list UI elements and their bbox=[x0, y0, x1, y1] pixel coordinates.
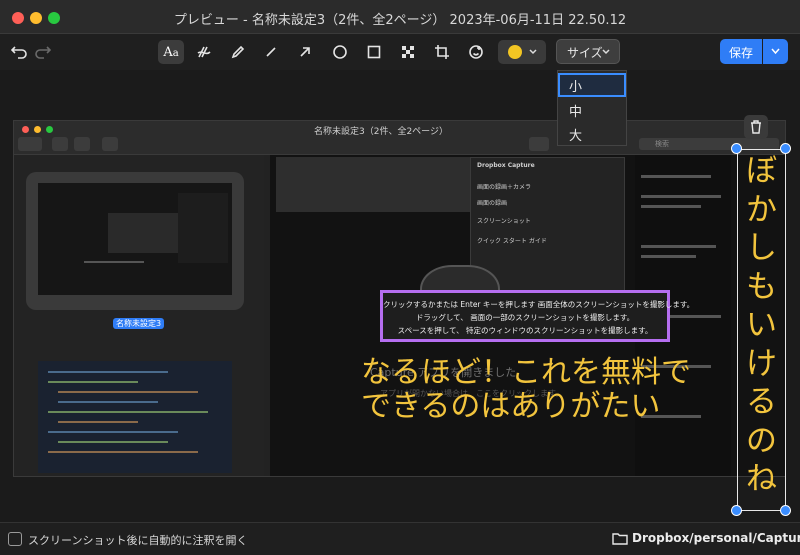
resize-handle-bottom-left[interactable] bbox=[731, 505, 742, 516]
delete-annotation-button[interactable] bbox=[744, 115, 768, 139]
redo-icon[interactable] bbox=[30, 40, 56, 64]
page-thumbnail-1 bbox=[38, 183, 232, 295]
pixelate-icon[interactable] bbox=[395, 40, 421, 64]
capture-panel-row: クイック スタート ガイド bbox=[477, 238, 547, 245]
ellipse-icon[interactable] bbox=[327, 40, 353, 64]
capture-panel-title: Dropbox Capture bbox=[477, 162, 535, 169]
line-icon[interactable] bbox=[258, 40, 284, 64]
save-options-button[interactable] bbox=[763, 39, 788, 64]
color-picker[interactable] bbox=[498, 40, 546, 64]
vertical-char: ぼ bbox=[746, 153, 777, 189]
resize-handle-bottom-right[interactable] bbox=[780, 505, 791, 516]
size-dropdown-menu: 小 中 大 bbox=[557, 70, 627, 146]
size-option-medium[interactable]: 中 bbox=[558, 98, 626, 122]
vertical-char: る bbox=[746, 384, 777, 420]
size-option-large[interactable]: 大 bbox=[558, 122, 626, 146]
auto-annotate-label[interactable]: スクリーンショット後に自動的に注釈を開く bbox=[28, 532, 247, 548]
page-thumbnail-2 bbox=[38, 361, 232, 473]
vertical-char: ね bbox=[746, 461, 777, 497]
sticker-icon[interactable] bbox=[463, 40, 489, 64]
inner-window-title: 名称未設定3（2件、全2ページ） bbox=[314, 127, 448, 137]
vertical-char: も bbox=[746, 268, 777, 305]
rectangle-icon[interactable] bbox=[361, 40, 387, 64]
auto-annotate-checkbox[interactable] bbox=[8, 532, 22, 546]
capture-panel-row: 画面の録画＋カメラ bbox=[477, 184, 532, 191]
chevron-down-icon bbox=[602, 49, 610, 55]
vertical-char: い bbox=[746, 307, 777, 343]
footer-bar: スクリーンショット後に自動的に注釈を開く Dropbox/personal/Ca… bbox=[0, 522, 800, 555]
resize-handle-top-right[interactable] bbox=[780, 143, 791, 154]
vertical-char: け bbox=[746, 345, 777, 382]
hint-line: ドラッグして、 画面の一部のスクリーンショットを撮影します。 bbox=[415, 313, 635, 322]
folder-icon bbox=[612, 533, 628, 545]
color-swatch bbox=[508, 45, 522, 59]
vertical-char: の bbox=[746, 422, 777, 459]
capture-panel-row: 画面の録画 bbox=[477, 200, 508, 207]
undo-icon[interactable] bbox=[6, 40, 32, 64]
annotation-toolbar: Aa サイズ 保存 bbox=[0, 34, 800, 70]
capture-panel-row: スクリーンショット bbox=[477, 218, 531, 225]
size-option-small[interactable]: 小 bbox=[558, 73, 626, 97]
thumbnail-label: 名称未設定3 bbox=[113, 318, 165, 329]
annotation-line: なるほど！これを無料で bbox=[361, 355, 691, 390]
vertical-char: し bbox=[746, 230, 777, 266]
annotation-line: できるのはありがたい bbox=[361, 389, 661, 424]
inner-share-icon bbox=[102, 137, 118, 151]
hint-line: クリックするかまたは Enter キーを押します 画面全体のスクリーンショットを… bbox=[383, 300, 695, 309]
vertical-annotation-text: ぼ か し も い け る の ね bbox=[738, 152, 785, 499]
save-button[interactable]: 保存 bbox=[720, 39, 762, 64]
highlighter-icon[interactable] bbox=[191, 40, 217, 64]
inner-markup-icon bbox=[529, 137, 549, 151]
size-label: サイズ bbox=[567, 46, 603, 60]
trash-icon bbox=[751, 120, 761, 134]
pen-icon[interactable] bbox=[225, 40, 251, 64]
inner-zoom-in-icon bbox=[74, 137, 90, 151]
inner-title-bar: 名称未設定3（2件、全2ページ） 検索 bbox=[14, 121, 785, 155]
save-location-path[interactable]: Dropbox/personal/Capture bbox=[632, 531, 800, 545]
arrow-icon[interactable] bbox=[292, 40, 318, 64]
inner-zoom-dot bbox=[46, 126, 53, 133]
crop-icon[interactable] bbox=[429, 40, 455, 64]
title-bar: プレビュー - 名称未設定3（2件、全2ページ） 2023年-06月-11日 2… bbox=[0, 0, 800, 34]
chevron-down-icon bbox=[771, 48, 780, 55]
inner-thumbnail-sidebar: 名称未設定3 bbox=[14, 155, 264, 476]
inner-zoom-out-icon bbox=[52, 137, 68, 151]
inner-minimize-dot bbox=[34, 126, 41, 133]
inner-sidebar-toggle bbox=[18, 137, 42, 151]
vertical-char: か bbox=[746, 191, 777, 228]
size-dropdown-button[interactable]: サイズ bbox=[556, 39, 620, 64]
text-annotation[interactable]: なるほど！これを無料で できるのはありがたい bbox=[361, 356, 721, 424]
inner-close-dot bbox=[22, 126, 29, 133]
resize-handle-top-left[interactable] bbox=[731, 143, 742, 154]
window-title: プレビュー - 名称未設定3（2件、全2ページ） 2023年-06月-11日 2… bbox=[173, 13, 627, 28]
text-style-icon[interactable]: Aa bbox=[158, 40, 184, 64]
screenshot-hint-box: クリックするかまたは Enter キーを押します 画面全体のスクリーンショットを… bbox=[380, 290, 695, 342]
hint-line: スペースを押して、 特定のウィンドウのスクリーンショットを撮影します。 bbox=[397, 326, 653, 335]
chevron-down-icon bbox=[529, 49, 537, 55]
selected-vertical-text-annotation[interactable]: ぼ か し も い け る の ね bbox=[737, 149, 786, 511]
